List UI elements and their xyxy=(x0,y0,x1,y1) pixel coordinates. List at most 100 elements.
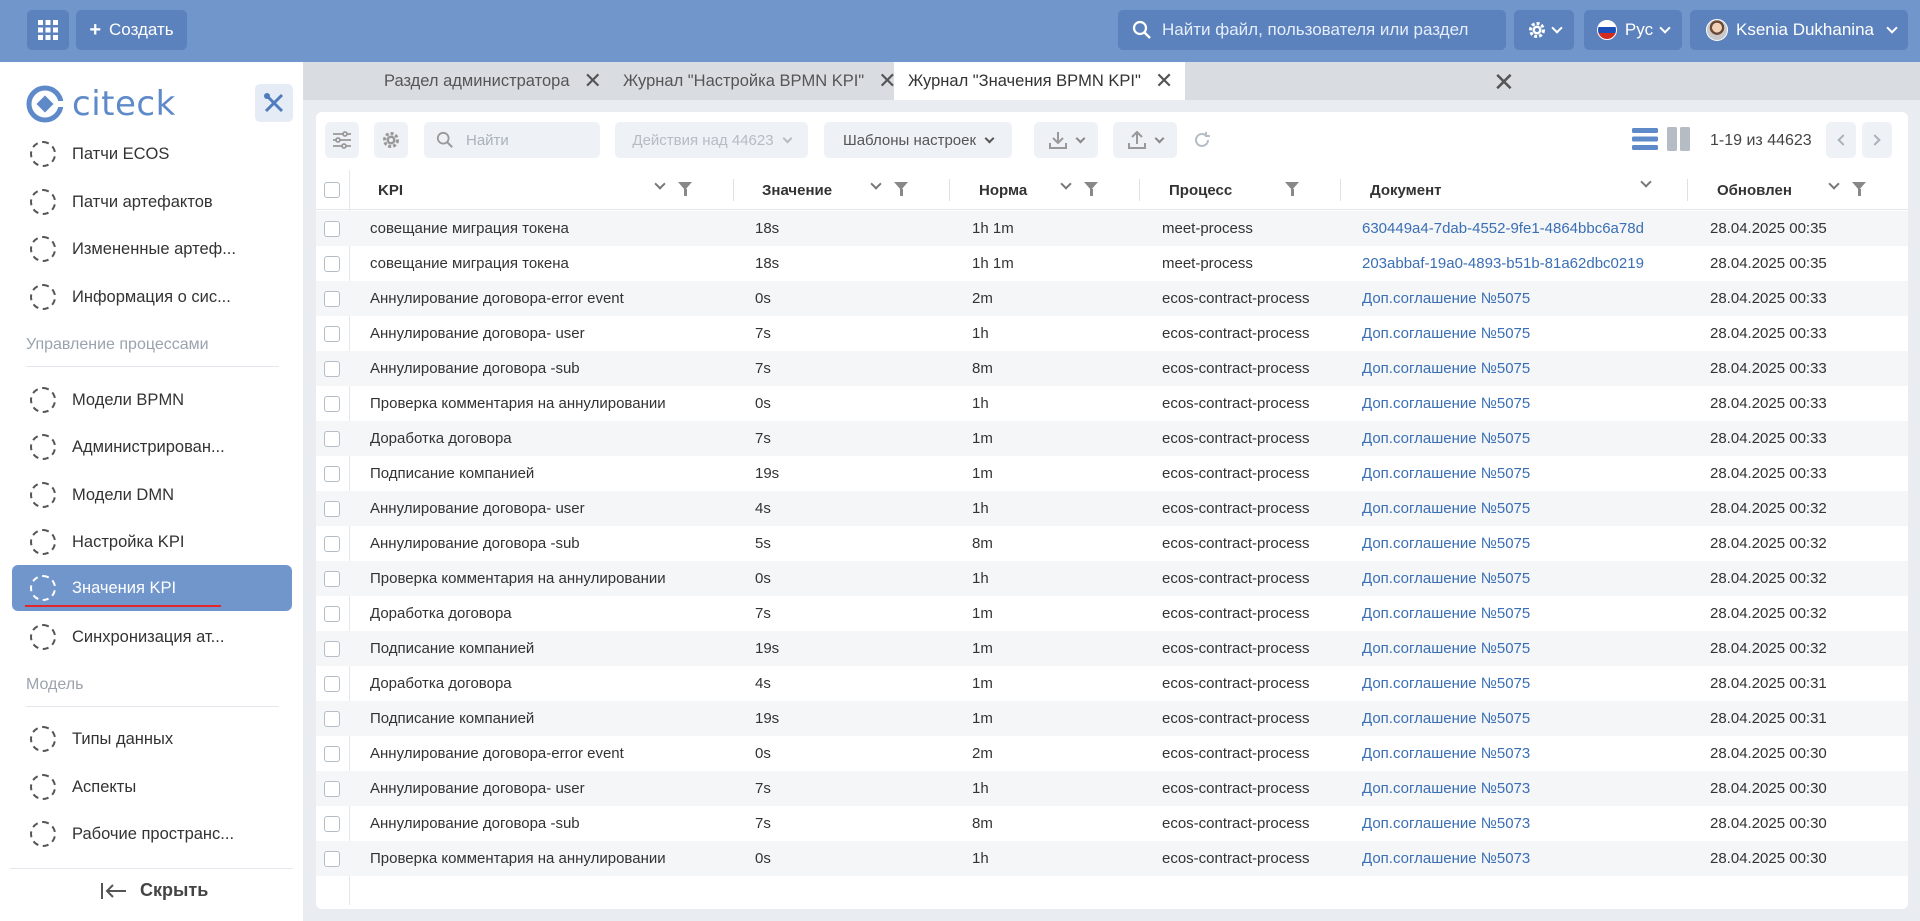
table-row[interactable]: Аннулирование договора-error event 0s 2m ec… xyxy=(316,736,1908,771)
row-checkbox[interactable] xyxy=(324,781,340,797)
table-row[interactable]: Аннулирование договора -sub 5s 8m ecos-cont… xyxy=(316,526,1908,561)
table-row[interactable]: Подписание компанией 19s 1m ecos-contract-p… xyxy=(316,701,1908,736)
user-menu-button[interactable]: Ksenia Dukhanina xyxy=(1690,10,1908,50)
column-header-updated[interactable]: Обновлен xyxy=(1717,170,1792,210)
cell-document-link[interactable]: Доп.соглашение №5075 xyxy=(1362,701,1702,736)
row-checkbox[interactable] xyxy=(324,326,340,342)
filter-icon[interactable] xyxy=(1285,182,1299,196)
filter-icon[interactable] xyxy=(894,182,908,196)
journal-search-input[interactable]: Найти xyxy=(424,122,600,158)
column-header-norm[interactable]: Норма xyxy=(979,170,1027,210)
filter-icon[interactable] xyxy=(678,182,692,196)
table-row[interactable]: Доработка договора 7s 1m ecos-contract-proc… xyxy=(316,421,1908,456)
row-checkbox[interactable] xyxy=(324,466,340,482)
row-checkbox[interactable] xyxy=(324,361,340,377)
sidebar-item-system-info[interactable]: Информация о сис... xyxy=(12,274,292,320)
bulk-actions-dropdown[interactable]: Действия над 44623 xyxy=(615,122,808,158)
table-row[interactable]: Проверка комментария на аннулировании 0s 1… xyxy=(316,841,1908,876)
cell-document-link[interactable]: Доп.соглашение №5073 xyxy=(1362,806,1702,841)
column-divider[interactable] xyxy=(1687,179,1688,201)
table-row[interactable]: Доработка договора 7s 1m ecos-contract-proc… xyxy=(316,596,1908,631)
column-header-value[interactable]: Значение xyxy=(762,170,832,210)
import-dropdown[interactable] xyxy=(1113,122,1177,158)
filter-settings-button[interactable] xyxy=(325,122,359,158)
table-row[interactable]: совещание миграция токена 18s 1h 1m meet-pr… xyxy=(316,211,1908,246)
cell-document-link[interactable]: Доп.соглашение №5073 xyxy=(1362,841,1702,876)
admin-tools-button[interactable] xyxy=(255,84,293,122)
chevron-down-icon[interactable] xyxy=(870,178,882,190)
sidebar-item-data-types[interactable]: Типы данных xyxy=(12,716,292,762)
cell-document-link[interactable]: Доп.соглашение №5073 xyxy=(1362,736,1702,771)
chevron-down-icon[interactable] xyxy=(1828,178,1840,190)
refresh-button[interactable] xyxy=(1192,130,1212,155)
close-icon[interactable]: ✕ xyxy=(584,70,602,92)
row-checkbox[interactable] xyxy=(324,501,340,517)
close-icon[interactable]: ✕ xyxy=(1155,70,1173,92)
cell-document-link[interactable]: Доп.соглашение №5075 xyxy=(1362,281,1702,316)
table-row[interactable]: Подписание компанией 19s 1m ecos-contract-p… xyxy=(316,631,1908,666)
filter-icon[interactable] xyxy=(1084,182,1098,196)
row-checkbox[interactable] xyxy=(324,256,340,272)
settings-templates-dropdown[interactable]: Шаблоны настроек xyxy=(824,122,1012,158)
cell-document-link[interactable]: 203abbaf-19a0-4893-b51b-81a62dbc0219 xyxy=(1362,246,1702,281)
table-row[interactable]: Проверка комментария на аннулировании 0s 1… xyxy=(316,561,1908,596)
table-row[interactable]: Аннулирование договора- user 4s 1h ecos-con… xyxy=(316,491,1908,526)
row-checkbox[interactable] xyxy=(324,816,340,832)
cell-document-link[interactable]: Доп.соглашение №5075 xyxy=(1362,666,1702,701)
table-row[interactable]: Аннулирование договора- user 7s 1h ecos-con… xyxy=(316,771,1908,806)
table-row[interactable]: совещание миграция токена 18s 1h 1m meet-pr… xyxy=(316,246,1908,281)
cell-document-link[interactable]: Доп.соглашение №5075 xyxy=(1362,421,1702,456)
table-row[interactable]: Проверка комментария на аннулировании 0s 1… xyxy=(316,386,1908,421)
cell-document-link[interactable]: 630449a4-7dab-4552-9fe1-4864bbc6a78d xyxy=(1362,211,1702,246)
row-checkbox[interactable] xyxy=(324,606,340,622)
row-checkbox[interactable] xyxy=(324,711,340,727)
column-divider[interactable] xyxy=(1340,179,1341,201)
row-checkbox[interactable] xyxy=(324,571,340,587)
row-checkbox[interactable] xyxy=(324,396,340,412)
tab-admin-section[interactable]: Раздел администратора ✕ xyxy=(384,62,602,100)
cell-document-link[interactable]: Доп.соглашение №5075 xyxy=(1362,456,1702,491)
settings-menu-button[interactable] xyxy=(1514,10,1574,50)
select-all-checkbox[interactable] xyxy=(324,182,340,198)
table-row[interactable]: Подписание компанией 19s 1m ecos-contract-p… xyxy=(316,456,1908,491)
column-header-process[interactable]: Процесс xyxy=(1169,170,1232,210)
row-checkbox[interactable] xyxy=(324,851,340,867)
chevron-down-icon[interactable] xyxy=(1640,176,1652,188)
cell-document-link[interactable]: Доп.соглашение №5075 xyxy=(1362,631,1702,666)
tab-kpi-settings-journal[interactable]: Журнал "Настройка BPMN KPI" ✕ xyxy=(623,62,897,100)
sidebar-item-artifact-patches[interactable]: Патчи артефактов xyxy=(12,179,292,225)
sidebar-item-dmn-models[interactable]: Модели DMN xyxy=(12,472,292,518)
chevron-down-icon[interactable] xyxy=(654,178,666,190)
cell-document-link[interactable]: Доп.соглашение №5075 xyxy=(1362,386,1702,421)
sidebar-item-ecos-patches[interactable]: Патчи ECOS xyxy=(12,131,292,177)
filter-icon[interactable] xyxy=(1852,182,1866,196)
sidebar-item-workspaces[interactable]: Рабочие пространс... xyxy=(12,811,292,857)
close-all-tabs-icon[interactable]: ✕ xyxy=(1493,67,1515,98)
table-row[interactable]: Аннулирование договора- user 7s 1h ecos-con… xyxy=(316,316,1908,351)
table-row[interactable]: Аннулирование договора-error event 0s 2m ec… xyxy=(316,281,1908,316)
preview-view-button[interactable] xyxy=(1667,126,1691,157)
row-checkbox[interactable] xyxy=(324,291,340,307)
row-checkbox[interactable] xyxy=(324,641,340,657)
apps-menu-button[interactable] xyxy=(27,10,69,50)
export-dropdown[interactable] xyxy=(1034,122,1098,158)
list-view-button[interactable] xyxy=(1632,126,1658,157)
table-row[interactable]: Доработка договора 4s 1m ecos-contract-proc… xyxy=(316,666,1908,701)
next-page-button[interactable] xyxy=(1862,122,1892,158)
sidebar-item-administration[interactable]: Администрирован... xyxy=(12,424,292,470)
hide-sidebar-button[interactable]: Скрыть xyxy=(100,880,208,901)
column-header-document[interactable]: Документ xyxy=(1370,170,1442,210)
cell-document-link[interactable]: Доп.соглашение №5075 xyxy=(1362,596,1702,631)
row-checkbox[interactable] xyxy=(324,676,340,692)
column-header-kpi[interactable]: KPI xyxy=(378,170,403,210)
tab-kpi-values-journal[interactable]: Журнал "Значения BPMN KPI" ✕ xyxy=(894,62,1186,100)
language-select[interactable]: Рус xyxy=(1584,10,1682,50)
cell-document-link[interactable]: Доп.соглашение №5075 xyxy=(1362,561,1702,596)
column-divider[interactable] xyxy=(949,179,950,201)
cell-document-link[interactable]: Доп.соглашение №5075 xyxy=(1362,491,1702,526)
column-divider[interactable] xyxy=(1139,179,1140,201)
prev-page-button[interactable] xyxy=(1826,122,1856,158)
cell-document-link[interactable]: Доп.соглашение №5073 xyxy=(1362,771,1702,806)
cell-document-link[interactable]: Доп.соглашение №5075 xyxy=(1362,351,1702,386)
sidebar-item-aspects[interactable]: Аспекты xyxy=(12,764,292,810)
